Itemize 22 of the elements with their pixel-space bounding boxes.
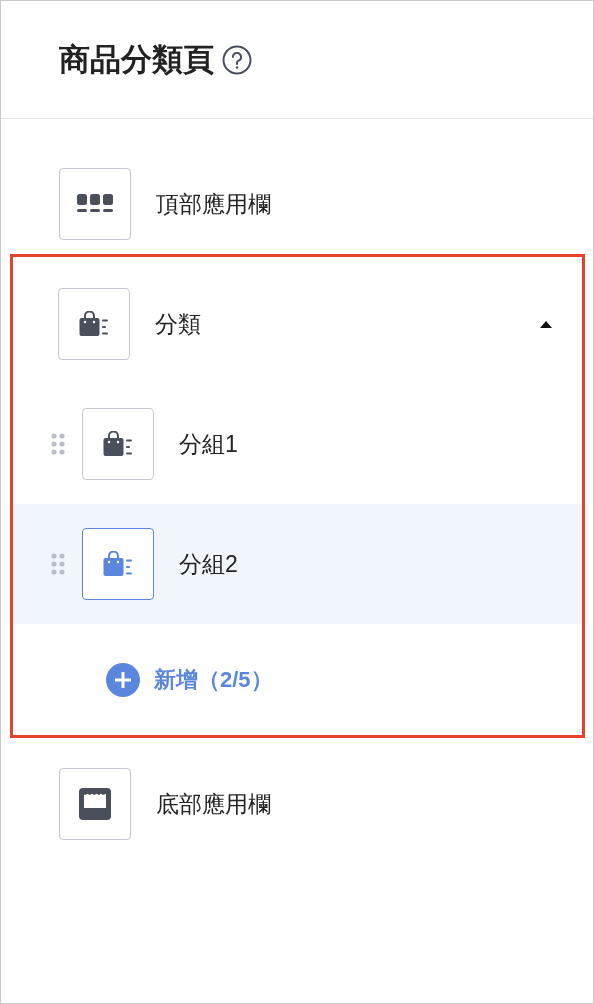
group-label: 分組1 [179,429,239,459]
section-label: 頂部應用欄 [156,189,272,219]
section-row[interactable]: 底部應用欄 [1,738,593,864]
drag-handle-icon[interactable] [51,433,65,455]
plus-icon [106,662,140,697]
shopping-bag-icon [103,431,133,457]
drag-handle-icon[interactable] [51,553,65,575]
group-row[interactable]: 分組1 [13,384,582,504]
bottom-bar-icon [79,788,111,820]
section-row[interactable]: 分類 [13,264,582,384]
add-group-button[interactable]: 新增（2/5） [106,662,273,697]
section-row[interactable]: 頂部應用欄 [1,144,593,254]
group-label: 分組2 [179,549,239,579]
top-bar-icon [77,194,113,214]
shopping-bag-icon [103,551,133,577]
group-row[interactable]: 分組2 [13,504,582,624]
collapse-caret-icon[interactable] [540,320,552,328]
shopping-bag-icon [79,311,109,337]
section-label: 底部應用欄 [156,789,272,819]
help-icon[interactable] [222,44,252,75]
page-title: 商品分類頁 [59,40,214,79]
section-label: 分類 [155,309,202,339]
